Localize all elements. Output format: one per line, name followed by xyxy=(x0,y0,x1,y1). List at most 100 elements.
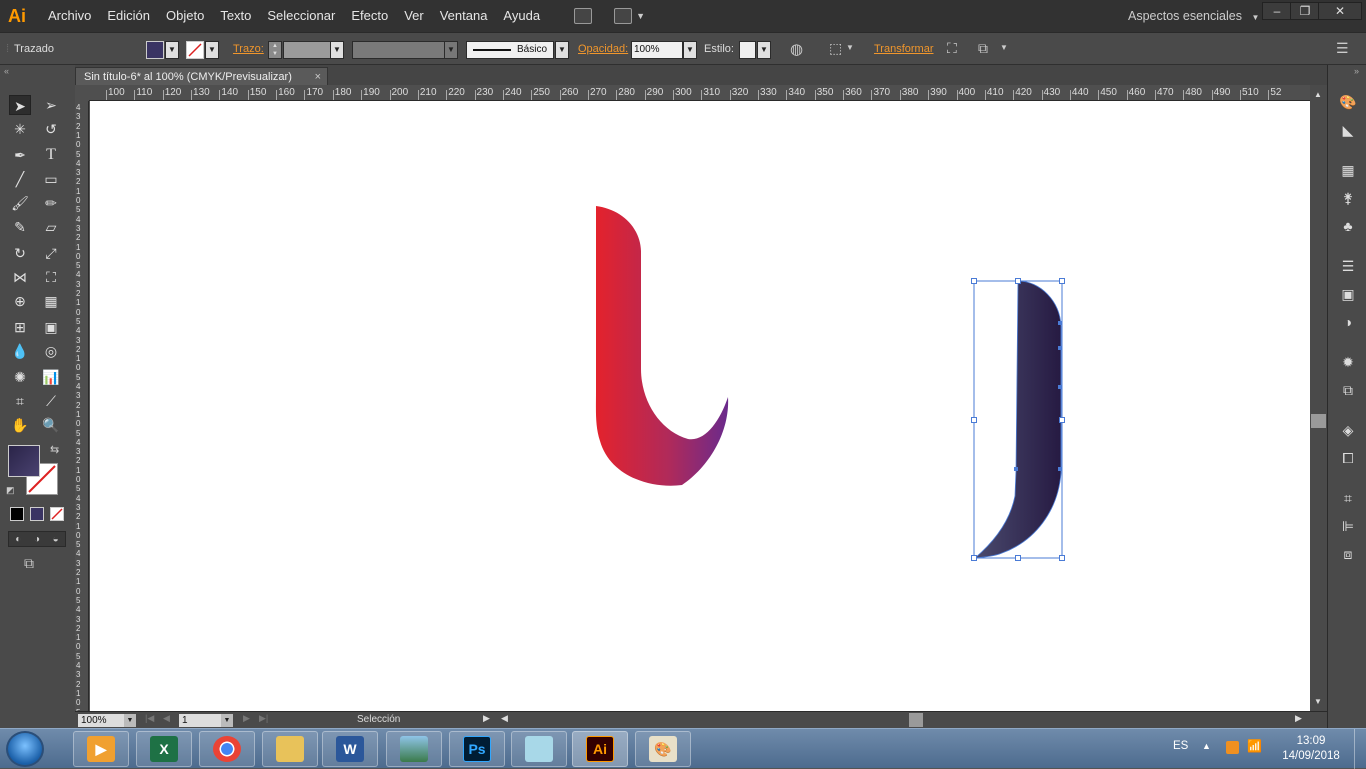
gradient-mode-icon[interactable] xyxy=(30,507,44,521)
hand-tool-icon[interactable]: ✋ xyxy=(9,415,31,435)
transform-link[interactable]: Transformar xyxy=(874,43,934,55)
pencil-tool-icon[interactable]: ✏ xyxy=(40,193,62,213)
taskbar-paint[interactable]: 🎨 xyxy=(635,731,691,767)
taskbar-media-player[interactable]: ▶ xyxy=(73,731,129,767)
rotate-tool-icon[interactable]: ↻ xyxy=(9,243,31,263)
taskbar-chrome[interactable] xyxy=(199,731,255,767)
type-tool-icon[interactable]: T xyxy=(40,145,62,165)
arrange-documents-icon[interactable] xyxy=(614,8,633,24)
taskbar-excel[interactable]: X xyxy=(136,731,192,767)
magic-wand-tool-icon[interactable]: ✳ xyxy=(9,119,31,139)
horizontal-ruler[interactable]: 100 110 120 130 140 150 160 170 180 190 200 210 220 2… xyxy=(89,85,1310,101)
symbols-icon[interactable]: ♣ xyxy=(1338,217,1358,235)
taskbar-photoshop[interactable]: Ps xyxy=(449,731,505,767)
paintbrush-tool-icon[interactable]: 🖌 xyxy=(9,193,31,213)
menu-texto[interactable]: Texto xyxy=(212,0,259,32)
network-signal-icon[interactable]: 📶 xyxy=(1247,739,1262,753)
vertical-scrollbar[interactable]: ▲ ▼ xyxy=(1310,85,1327,711)
ruler-origin[interactable] xyxy=(75,85,89,101)
arrange-icon[interactable]: ⧉ xyxy=(978,40,988,57)
close-window-button[interactable]: ✕ xyxy=(1318,2,1362,20)
swap-colors-icon[interactable]: ⇆ xyxy=(50,443,59,456)
lasso-tool-icon[interactable]: ↺ xyxy=(40,119,62,139)
scroll-down-icon[interactable]: ▼ xyxy=(1314,697,1322,706)
tray-app-icon[interactable] xyxy=(1226,741,1239,754)
status-menu-icon[interactable]: ▶ xyxy=(483,713,490,724)
isolate-icon[interactable]: ⛶ xyxy=(947,40,957,57)
gradient-hook-shape[interactable] xyxy=(595,206,729,486)
chevron-down-icon[interactable]: ▼ xyxy=(330,41,344,59)
scroll-right-icon[interactable]: ▶ xyxy=(1295,713,1302,724)
gradient-panel-icon[interactable]: ▣ xyxy=(1338,285,1358,303)
align-icon[interactable]: ⬚ xyxy=(829,40,842,57)
start-button[interactable] xyxy=(6,731,44,767)
chevron-down-icon[interactable]: ▼ xyxy=(636,11,645,21)
navy-crescent-shape[interactable] xyxy=(975,281,1061,558)
perspective-grid-tool-icon[interactable]: ▦ xyxy=(40,291,62,311)
chevron-down-icon[interactable]: ▼ xyxy=(205,41,219,59)
vertical-ruler[interactable]: 4321054321054321054321054321054321054321… xyxy=(75,101,89,711)
chevron-down-icon[interactable]: ▼ xyxy=(165,41,179,59)
horizontal-scroll-thumb[interactable] xyxy=(909,713,923,727)
none-mode-icon[interactable] xyxy=(50,507,64,521)
direct-selection-tool-icon[interactable]: ➢ xyxy=(40,95,62,115)
taskbar-file-explorer[interactable] xyxy=(262,731,318,767)
expand-panels-icon[interactable]: » xyxy=(1354,66,1359,76)
default-colors-icon[interactable]: ◩ xyxy=(6,485,15,496)
scroll-up-icon[interactable]: ▲ xyxy=(1314,90,1322,99)
artboard-canvas[interactable] xyxy=(90,101,1310,711)
pen-tool-icon[interactable]: ✒ xyxy=(9,145,31,165)
free-transform-tool-icon[interactable]: ⛶ xyxy=(40,267,62,287)
variable-width-field[interactable] xyxy=(352,41,445,59)
draw-inside-icon[interactable]: ◒ xyxy=(53,534,59,545)
stroke-label[interactable]: Trazo: xyxy=(233,43,264,55)
opacity-label[interactable]: Opacidad: xyxy=(578,43,628,55)
menu-ventana[interactable]: Ventana xyxy=(432,0,496,32)
swatches-icon[interactable]: ▦ xyxy=(1338,161,1358,179)
taskbar-photo-viewer[interactable] xyxy=(386,731,442,767)
fill-color-box[interactable] xyxy=(8,445,40,477)
color-panel-icon[interactable]: ◣ xyxy=(1338,121,1358,139)
chevron-down-icon[interactable]: ▼ xyxy=(555,41,569,59)
layers-icon[interactable]: ◈ xyxy=(1338,421,1358,439)
blend-tool-icon[interactable]: ◎ xyxy=(40,341,62,361)
style-swatch[interactable] xyxy=(739,41,756,59)
fill-swatch[interactable] xyxy=(146,41,164,59)
shape-builder-tool-icon[interactable]: ⊕ xyxy=(9,291,31,311)
chevron-down-icon[interactable]: ▼ xyxy=(124,714,136,727)
brush-definition-field[interactable]: Básico xyxy=(466,41,554,59)
draw-normal-icon[interactable]: ◐ xyxy=(15,534,21,545)
minimize-button[interactable]: – xyxy=(1262,2,1292,20)
menu-objeto[interactable]: Objeto xyxy=(158,0,212,32)
menu-ayuda[interactable]: Ayuda xyxy=(495,0,548,32)
scale-tool-icon[interactable]: ⤢ xyxy=(40,243,62,263)
transform-panel-icon[interactable]: ⌗ xyxy=(1338,489,1358,507)
gradient-tool-icon[interactable]: ▣ xyxy=(40,317,62,337)
zoom-tool-icon[interactable]: 🔍 xyxy=(40,415,62,435)
zoom-field[interactable]: 100% xyxy=(78,714,124,727)
align-panel-icon[interactable]: ⊫ xyxy=(1338,517,1358,535)
workspace-switcher[interactable]: Aspectos esenciales ▼ xyxy=(1128,0,1259,34)
menu-efecto[interactable]: Efecto xyxy=(343,0,396,32)
line-tool-icon[interactable]: ╱ xyxy=(9,169,31,189)
blob-brush-tool-icon[interactable]: ✎ xyxy=(9,217,31,237)
rectangle-tool-icon[interactable]: ▭ xyxy=(40,169,62,189)
artboard-tool-icon[interactable]: ⌗ xyxy=(9,391,31,411)
transparency-icon[interactable]: ◑ xyxy=(1338,313,1358,331)
color-mode-icon[interactable] xyxy=(10,507,24,521)
system-clock[interactable]: 13:09 14/09/2018 xyxy=(1276,734,1346,764)
first-artboard-icon[interactable]: |◀ xyxy=(145,713,154,724)
width-tool-icon[interactable]: ⋈ xyxy=(9,267,31,287)
graph-tool-icon[interactable]: 📊 xyxy=(40,367,62,387)
screen-mode-icon[interactable]: ⧉ xyxy=(24,555,34,572)
show-desktop-button[interactable] xyxy=(1354,729,1366,769)
appearance-icon[interactable]: ✹ xyxy=(1338,353,1358,371)
selection-tool-icon[interactable]: ➤ xyxy=(9,95,31,115)
menu-seleccionar[interactable]: Seleccionar xyxy=(259,0,343,32)
artboards-icon[interactable]: ⧠ xyxy=(1338,449,1358,467)
taskbar-word[interactable]: W xyxy=(322,731,378,767)
draw-behind-icon[interactable]: ◑ xyxy=(34,534,40,545)
draw-modes[interactable]: ◐ ◑ ◒ xyxy=(8,531,66,547)
artboard-field[interactable]: 1 xyxy=(179,714,221,727)
tray-expand-icon[interactable]: ▲ xyxy=(1202,741,1211,751)
